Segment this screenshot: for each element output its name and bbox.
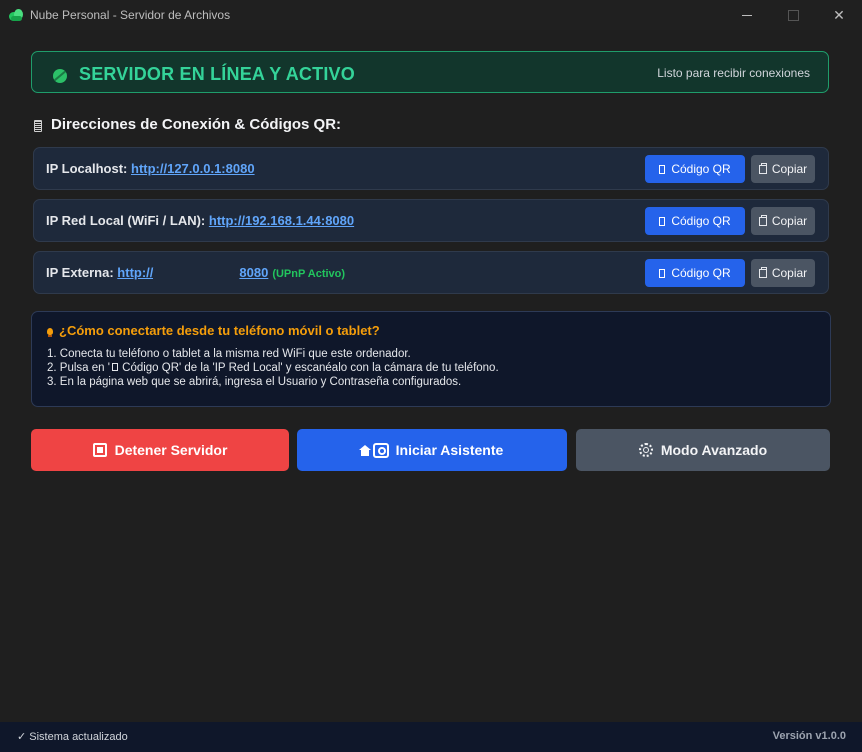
maximize-icon [787, 9, 799, 21]
version-text: Versión v1.0.0 [772, 730, 846, 742]
stop-icon [92, 443, 107, 457]
help-title-text: ¿Cómo conectarte desde tu teléfono móvil… [59, 323, 380, 338]
ip-link-external[interactable]: http:// 8080 [117, 265, 268, 280]
help-panel: ¿Cómo conectarte desde tu teléfono móvil… [31, 311, 831, 407]
advanced-mode-label: Modo Avanzado [660, 442, 768, 458]
ip-link-start: http:// [117, 265, 154, 280]
gear-icon [638, 443, 653, 457]
help-step-1: 1. Conecta tu teléfono o tablet a la mis… [47, 348, 411, 360]
mobile-phone-icon [111, 363, 118, 371]
server-status-subtitle: Listo para recibir conexiones [657, 66, 810, 80]
ip-label-external: IP Externa: http:// 8080 (UPnP Activo) [46, 265, 345, 280]
minimize-icon [742, 14, 752, 16]
stop-server-label: Detener Servidor [114, 442, 228, 458]
close-button[interactable]: ✕ [816, 0, 862, 30]
ip-link-end: 8080 [239, 265, 269, 280]
ip-label-text: IP Localhost: [46, 161, 131, 176]
copy-button-label: Copiar [771, 214, 808, 228]
minimize-button[interactable] [724, 0, 770, 30]
connections-heading: Direcciones de Conexión & Códigos QR: [34, 116, 341, 133]
status-bar: ✓ Sistema actualizado Versión v1.0.0 [0, 722, 862, 752]
stop-server-button[interactable]: Detener Servidor [31, 429, 289, 471]
help-step-3: 3. En la página web que se abrirá, ingre… [47, 376, 462, 388]
ip-link-localhost[interactable]: http://127.0.0.1:8080 [131, 161, 255, 176]
help-steps: 1. Conecta tu teléfono o tablet a la mis… [47, 347, 499, 389]
close-icon: ✕ [833, 6, 845, 23]
qr-button-label: Código QR [671, 266, 731, 280]
camera-icon [372, 442, 389, 458]
mobile-phone-icon [34, 119, 42, 132]
ip-label-localhost: IP Localhost: http://127.0.0.1:8080 [46, 161, 255, 176]
clipboard-icon [758, 162, 767, 174]
ip-label-local-network: IP Red Local (WiFi / LAN): http://192.16… [46, 213, 354, 228]
ip-label-text: IP Externa: [46, 265, 118, 280]
copy-button-local-network[interactable]: Copiar [751, 207, 815, 235]
mobile-phone-icon [659, 216, 666, 226]
copy-button-label: Copiar [771, 162, 808, 176]
copy-button-label: Copiar [771, 266, 808, 280]
mobile-phone-icon [659, 164, 666, 174]
ip-row-local-network: IP Red Local (WiFi / LAN): http://192.16… [33, 199, 829, 242]
server-status-title: SERVIDOR EN LÍNEA Y ACTIVO [79, 64, 355, 84]
upnp-status-note: (UPnP Activo) [272, 268, 346, 280]
copy-button-localhost[interactable]: Copiar [751, 155, 815, 183]
start-wizard-button[interactable]: Iniciar Asistente [297, 429, 567, 471]
status-dot-icon [53, 69, 67, 83]
lightbulb-icon [47, 328, 53, 337]
qr-button-label: Código QR [671, 162, 731, 176]
advanced-mode-button[interactable]: Modo Avanzado [576, 429, 830, 471]
mobile-phone-icon [659, 268, 666, 278]
help-title: ¿Cómo conectarte desde tu teléfono móvil… [47, 323, 380, 338]
qr-button-label: Código QR [671, 214, 731, 228]
help-step-2: 2. Pulsa en ' Código QR' de la 'IP Red L… [47, 361, 499, 375]
help-step-2-suffix: Código QR' de la 'IP Red Local' y escané… [118, 362, 499, 374]
redacted-region [153, 267, 240, 280]
start-wizard-label: Iniciar Asistente [395, 442, 504, 458]
maximize-button[interactable] [770, 0, 816, 30]
ip-link-local-network[interactable]: http://192.168.1.44:8080 [209, 213, 354, 228]
house-icon [358, 445, 371, 456]
clipboard-icon [758, 266, 767, 278]
system-status-text: ✓ Sistema actualizado [17, 731, 128, 743]
qr-code-button-localhost[interactable]: Código QR [645, 155, 745, 183]
title-bar: Nube Personal - Servidor de Archivos ✕ [0, 0, 862, 30]
ip-row-localhost: IP Localhost: http://127.0.0.1:8080 Códi… [33, 147, 829, 190]
qr-code-button-local-network[interactable]: Código QR [645, 207, 745, 235]
cloud-icon [9, 8, 23, 22]
ip-row-external: IP Externa: http:// 8080 (UPnP Activo) Cód… [33, 251, 829, 294]
connections-heading-text: Direcciones de Conexión & Códigos QR: [51, 116, 342, 133]
clipboard-icon [758, 214, 767, 226]
ip-label-text: IP Red Local (WiFi / LAN): [46, 213, 209, 228]
qr-code-button-external[interactable]: Código QR [645, 259, 745, 287]
window-title: Nube Personal - Servidor de Archivos [30, 8, 231, 22]
server-status-banner: SERVIDOR EN LÍNEA Y ACTIVO Listo para re… [31, 51, 829, 93]
help-step-2-prefix: 2. Pulsa en ' [47, 362, 110, 374]
copy-button-external[interactable]: Copiar [751, 259, 815, 287]
